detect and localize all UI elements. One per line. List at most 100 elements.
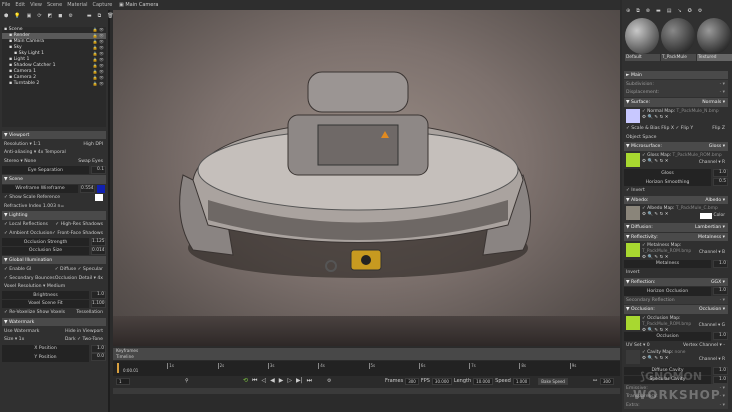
section-mode-dropdown[interactable]: Normals ▾ — [702, 100, 725, 105]
property-option[interactable]: High DPI — [83, 142, 103, 147]
slider[interactable]: Occlusion Size — [2, 246, 89, 256]
material-label[interactable]: Textured — [697, 54, 732, 61]
texture-thumbnail[interactable] — [626, 206, 640, 221]
end-frame-field[interactable]: 300 — [600, 377, 614, 385]
material-label[interactable]: Default — [625, 54, 660, 61]
add-camera-icon[interactable]: ▣ — [27, 13, 32, 19]
material-thumb-textured[interactable] — [697, 18, 731, 54]
property-option[interactable]: Refractive Index 1.003 n= — [4, 204, 104, 209]
texture-thumbnail[interactable] — [626, 315, 640, 330]
slider[interactable]: Metalness — [624, 259, 711, 269]
section-header[interactable]: ▼ Reflection: GGX ▾ — [624, 277, 728, 287]
folder-icon[interactable]: ▬ — [87, 13, 92, 19]
slider-value[interactable]: 1.0 — [713, 366, 728, 375]
slider[interactable]: Horizon Smoothing — [624, 177, 711, 187]
property-option[interactable]: ✓ Show Scale Reference — [4, 195, 104, 200]
section-header[interactable]: ▼ Reflectivity: Metalness ▾ — [624, 232, 728, 242]
section-header[interactable]: ▼ Scene — [2, 175, 106, 184]
texture-thumbnail[interactable] — [626, 243, 640, 258]
slider-value[interactable]: 0.1 — [91, 165, 106, 174]
clear-icon[interactable]: ✕ — [665, 115, 670, 120]
section-header[interactable]: ▼ Viewport — [2, 131, 106, 140]
visibility-icon[interactable]: 🔒 👁 — [93, 81, 104, 87]
play-reverse-button[interactable]: ◀ — [270, 377, 275, 385]
slider-value[interactable]: 1.125 — [91, 237, 106, 246]
menu-view[interactable]: View — [30, 2, 42, 8]
speed-field[interactable]: 1.000 — [512, 377, 531, 385]
slider[interactable]: Brightness — [2, 290, 89, 300]
slider[interactable]: Y Position — [2, 353, 89, 362]
section-mode-dropdown[interactable]: - ▾ — [720, 403, 725, 408]
slider[interactable]: Voxel Scene Fit — [2, 299, 89, 309]
bake-speed-button[interactable]: Bake Speed — [538, 377, 568, 385]
play-button[interactable]: ▶ — [279, 377, 284, 385]
keyframe-track[interactable] — [113, 387, 620, 394]
slider-value[interactable]: 0.0 — [91, 353, 106, 362]
slider-value[interactable]: 1.0 — [91, 344, 106, 353]
collapsed-section[interactable]: Subdivision: - ▾ — [624, 80, 728, 89]
section-header[interactable]: ► Main — [624, 71, 728, 80]
color-swatch[interactable] — [95, 194, 103, 202]
clear-icon[interactable]: ✕ — [665, 356, 670, 361]
slider-value[interactable]: 1.100 — [91, 299, 106, 308]
tree-item[interactable]: ▪ Turntable 2 🔒 👁 — [2, 81, 106, 87]
texture-label[interactable]: ✓ Occlusion Map: — [642, 316, 680, 321]
section-header[interactable]: ▼ Occlusion: Occlusion ▾ — [624, 305, 728, 314]
slider-value[interactable]: 0.5 — [713, 177, 728, 186]
settings-icon[interactable]: ⚙ — [68, 13, 72, 19]
timeline-ruler[interactable]: 0:00.01 1s 2s 3s 4s 5s 6s 7s 8s 9s — [113, 360, 620, 376]
viewport[interactable] — [113, 10, 620, 346]
add-object-icon[interactable]: ◼ — [58, 13, 62, 19]
section-mode-dropdown[interactable]: Gloss ▾ — [709, 144, 725, 149]
add-light-icon[interactable]: 💡 — [14, 13, 20, 19]
add-turntable-icon[interactable]: ⟳ — [37, 13, 41, 19]
slider[interactable]: Wireframe Wireframe — [2, 184, 78, 194]
duplicate-icon[interactable]: ⧉ — [98, 13, 102, 19]
add-mesh-icon[interactable]: ⬢ — [4, 13, 8, 19]
slider-value[interactable]: 1.0 — [713, 287, 728, 296]
property-option[interactable]: ✓ Invert — [626, 188, 726, 193]
section-mode-dropdown[interactable]: Occlusion ▾ — [699, 307, 725, 312]
settings-icon[interactable]: ⚙ — [327, 378, 331, 384]
section-mode-dropdown[interactable]: Lambertian ▾ — [695, 225, 725, 230]
color-swatch[interactable] — [700, 213, 712, 220]
texture-label[interactable]: ✓ Cavity Map: — [642, 350, 673, 355]
slider[interactable]: Eye Separation — [2, 165, 89, 175]
texture-thumbnail[interactable] — [626, 152, 640, 167]
link-icon[interactable]: ⚯ — [593, 378, 597, 384]
collapsed-section[interactable]: Extra: - ▾ — [624, 401, 728, 410]
property-option[interactable]: Tessellation — [76, 310, 103, 315]
frames-field[interactable]: 300 — [405, 377, 419, 385]
property-option[interactable]: ✓ Scale & Bias Flip X ✓ Flip Y — [626, 126, 726, 131]
menu-capture[interactable]: Capture — [93, 2, 113, 8]
slider-value[interactable]: 1.0 — [713, 259, 728, 268]
slider-value[interactable]: 1.0 — [713, 375, 728, 384]
fps-field[interactable]: 30.000 — [431, 377, 452, 385]
property-option[interactable]: ✓ High-Res Shadows — [55, 222, 103, 227]
channel-dropdown[interactable]: Channel ▾ R — [699, 357, 725, 363]
property-option[interactable]: Occlusion Detail ▾ 4x — [55, 276, 103, 281]
property-option[interactable]: Object Space — [626, 135, 726, 140]
slider-value[interactable]: 0.014 — [91, 246, 106, 255]
timeline-bar[interactable]: Timeline — [113, 354, 620, 360]
collapsed-section[interactable]: Secondary Reflection - ▾ — [624, 295, 728, 305]
property-option[interactable]: Swap Eyes — [78, 159, 103, 164]
property-option[interactable]: Vertex Channel ▾ - — [683, 343, 725, 348]
texture-thumbnail[interactable] — [626, 108, 640, 123]
section-header[interactable]: ▼ Surface: Normals ▾ — [624, 98, 728, 107]
section-header[interactable]: ▼ Albedo: Albedo ▾ — [624, 196, 728, 205]
menu-file[interactable]: File — [2, 2, 10, 8]
frame-field[interactable]: 1 — [116, 377, 130, 385]
texture-thumbnail[interactable] — [626, 350, 640, 365]
loop-button[interactable]: ⟲ — [243, 377, 248, 385]
slider[interactable]: Gloss — [624, 169, 711, 178]
texture-label[interactable]: ✓ Gloss Map: — [642, 153, 671, 158]
color-swatch[interactable] — [97, 184, 105, 193]
keyframes-bar[interactable]: Keyframes — [113, 348, 620, 354]
section-mode-dropdown[interactable]: GGX ▾ — [711, 280, 725, 285]
slider-value[interactable]: 1.0 — [713, 169, 728, 178]
property-option[interactable]: Voxel Resolution ▾ Medium — [4, 284, 104, 289]
property-option[interactable]: ✓ Front-Face Shadows — [52, 231, 103, 236]
material-thumb-packmule[interactable] — [661, 18, 695, 54]
add-shadow-icon[interactable]: ◩ — [48, 13, 53, 19]
